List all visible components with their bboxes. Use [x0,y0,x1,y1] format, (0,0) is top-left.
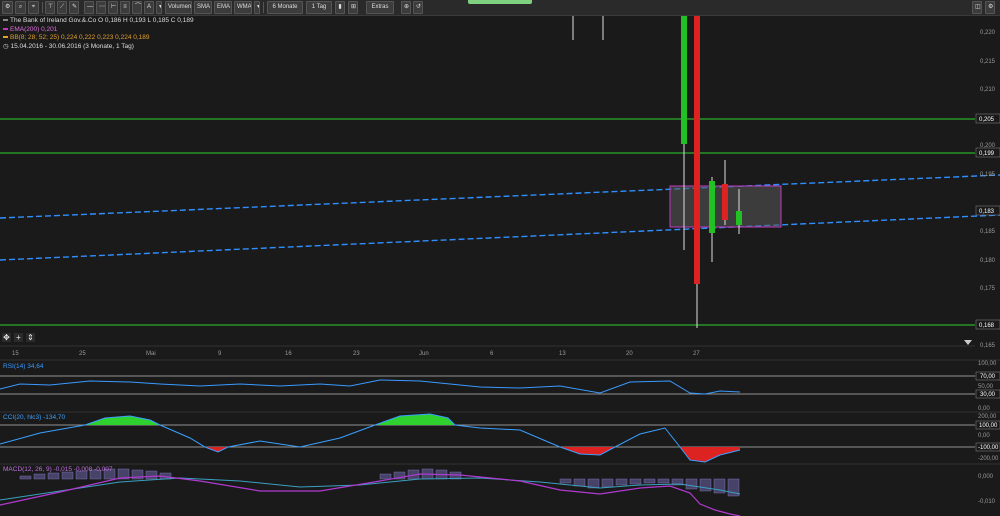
rsi-badge: 30,00 [980,392,996,398]
macd-line [0,473,741,516]
upper-trendline[interactable] [0,174,1000,219]
price-tick: 0,210 [980,87,996,93]
cci-tick: 200,00 [978,414,997,420]
lower-trendline[interactable] [0,214,1000,261]
candle-down [694,16,700,284]
price-tick: 0,185 [980,229,996,235]
date-tick: 13 [559,351,566,357]
rsi-tick: 0,00 [978,406,990,412]
rsi-badge: 70,00 [980,374,996,380]
cci-panel [0,411,1000,463]
date-tick: 27 [693,351,700,357]
date-tick: 20 [626,351,633,357]
price-tick: 0,165 [980,343,996,349]
macd-axis: 0,000 -0,010 [978,474,996,505]
macd-signal-line [0,477,741,501]
add-icon[interactable]: + [14,333,23,342]
macd-histogram [19,468,740,497]
macd-label: MACD(12, 26, 9) -0,015 -0,008 -0,007 [3,466,113,473]
date-tick: Mai [146,351,156,357]
date-tick: 9 [218,351,222,357]
price-badge: 0,168 [979,323,995,329]
collapse-arrow-icon[interactable] [964,340,972,345]
cci-label: CCI(20, hlc3) -134,70 [3,414,66,421]
price-tick: 0,220 [980,30,996,36]
macd-panel [0,463,1000,516]
cci-overbought-area [375,414,455,425]
cci-badge: -100,00 [978,445,999,451]
macd-tick: -0,010 [978,499,996,505]
rsi-tick: 50,00 [978,384,994,390]
price-axis: 0,220 0,215 0,210 0,200 0,195 0,185 0,18… [980,30,996,349]
rsi-tick: 100,00 [978,361,997,367]
cci-overbought-area [85,416,160,425]
price-badge: 0,199 [979,151,995,157]
price-badge: 0,183 [979,209,995,215]
macd-tick: 0,000 [978,474,994,480]
date-tick: 23 [353,351,360,357]
rsi-axis: 100,00 50,00 0,00 [978,361,997,412]
price-tick: 0,180 [980,258,996,264]
candle-up [736,211,742,225]
cci-tick: -200,00 [978,456,999,462]
price-badge: 0,205 [979,117,995,123]
date-axis: 15 25 Mai 9 16 23 Jun 6 13 20 27 [12,351,700,357]
date-tick: Jun [419,351,429,357]
date-tick: 15 [12,351,19,357]
rsi-label: RSI(14) 34,64 [3,363,44,370]
date-tick: 16 [285,351,292,357]
chart-canvas: 0,220 0,215 0,210 0,200 0,195 0,185 0,18… [0,16,1000,516]
move-icon[interactable]: ✥ [2,333,11,342]
expand-icon[interactable]: ⇕ [26,333,35,342]
candle-down [722,184,728,220]
price-tick: 0,215 [980,59,996,65]
cci-badge: 100,00 [979,423,998,429]
cci-tick: 0,00 [978,433,990,439]
date-tick: 6 [490,351,494,357]
candle-up [709,181,715,233]
candle-up [681,16,687,144]
price-panel [0,16,1000,328]
rsi-panel [0,359,1000,395]
price-tick: 0,195 [980,172,996,178]
rsi-line [0,379,741,395]
date-tick: 25 [79,351,86,357]
price-tick: 0,175 [980,286,996,292]
